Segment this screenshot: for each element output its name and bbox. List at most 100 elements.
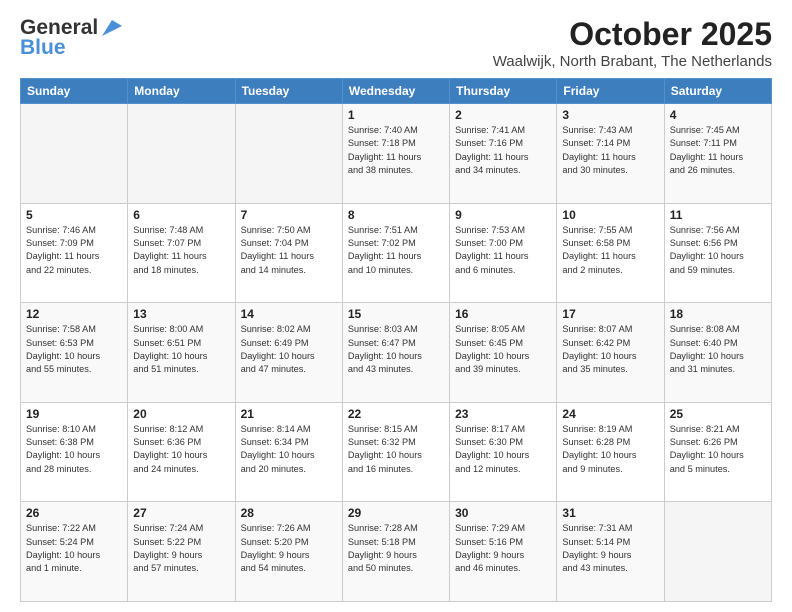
- day-info: Sunrise: 8:02 AM Sunset: 6:49 PM Dayligh…: [241, 323, 337, 376]
- header-wednesday: Wednesday: [342, 79, 449, 104]
- calendar-cell: 23 Sunrise: 8:17 AM Sunset: 6:30 PM Dayli…: [450, 402, 557, 502]
- calendar-cell: [21, 104, 128, 204]
- day-number: 6: [133, 208, 229, 222]
- day-number: 5: [26, 208, 122, 222]
- day-number: 31: [562, 506, 658, 520]
- calendar-cell: 29 Sunrise: 7:28 AM Sunset: 5:18 PM Dayli…: [342, 502, 449, 602]
- day-number: 25: [670, 407, 766, 421]
- calendar-cell: 12 Sunrise: 7:58 AM Sunset: 6:53 PM Dayli…: [21, 303, 128, 403]
- calendar-cell: 26 Sunrise: 7:22 AM Sunset: 5:24 PM Dayli…: [21, 502, 128, 602]
- day-info: Sunrise: 8:21 AM Sunset: 6:26 PM Dayligh…: [670, 423, 766, 476]
- day-info: Sunrise: 7:29 AM Sunset: 5:16 PM Dayligh…: [455, 522, 551, 575]
- calendar-cell: 21 Sunrise: 8:14 AM Sunset: 6:34 PM Dayli…: [235, 402, 342, 502]
- day-number: 26: [26, 506, 122, 520]
- page-title: October 2025: [493, 16, 772, 53]
- calendar-cell: 5 Sunrise: 7:46 AM Sunset: 7:09 PM Daylig…: [21, 203, 128, 303]
- day-number: 10: [562, 208, 658, 222]
- day-number: 14: [241, 307, 337, 321]
- day-info: Sunrise: 7:55 AM Sunset: 6:58 PM Dayligh…: [562, 224, 658, 277]
- day-info: Sunrise: 7:50 AM Sunset: 7:04 PM Dayligh…: [241, 224, 337, 277]
- calendar-cell: 31 Sunrise: 7:31 AM Sunset: 5:14 PM Dayli…: [557, 502, 664, 602]
- calendar-cell: 2 Sunrise: 7:41 AM Sunset: 7:16 PM Daylig…: [450, 104, 557, 204]
- calendar-cell: 18Sunrise: 8:08 AM Sunset: 6:40 PM Dayli…: [664, 303, 771, 403]
- day-info: Sunrise: 7:31 AM Sunset: 5:14 PM Dayligh…: [562, 522, 658, 575]
- calendar-cell: 1 Sunrise: 7:40 AM Sunset: 7:18 PM Daylig…: [342, 104, 449, 204]
- calendar-cell: 17 Sunrise: 8:07 AM Sunset: 6:42 PM Dayli…: [557, 303, 664, 403]
- calendar-cell: 11 Sunrise: 7:56 AM Sunset: 6:56 PM Dayli…: [664, 203, 771, 303]
- day-info: Sunrise: 7:26 AM Sunset: 5:20 PM Dayligh…: [241, 522, 337, 575]
- calendar-cell: 15Sunrise: 8:03 AM Sunset: 6:47 PM Dayli…: [342, 303, 449, 403]
- calendar-week-5: 26 Sunrise: 7:22 AM Sunset: 5:24 PM Dayli…: [21, 502, 772, 602]
- logo-blue: Blue: [20, 36, 66, 60]
- calendar-cell: 9 Sunrise: 7:53 AM Sunset: 7:00 PM Daylig…: [450, 203, 557, 303]
- calendar-cell: [235, 104, 342, 204]
- day-info: Sunrise: 7:56 AM Sunset: 6:56 PM Dayligh…: [670, 224, 766, 277]
- day-info: Sunrise: 7:45 AM Sunset: 7:11 PM Dayligh…: [670, 124, 766, 177]
- day-number: 28: [241, 506, 337, 520]
- day-info: Sunrise: 7:46 AM Sunset: 7:09 PM Dayligh…: [26, 224, 122, 277]
- day-info: Sunrise: 8:00 AM Sunset: 6:51 PM Dayligh…: [133, 323, 229, 376]
- day-info: Sunrise: 8:10 AM Sunset: 6:38 PM Dayligh…: [26, 423, 122, 476]
- day-info: Sunrise: 8:07 AM Sunset: 6:42 PM Dayligh…: [562, 323, 658, 376]
- day-info: Sunrise: 7:48 AM Sunset: 7:07 PM Dayligh…: [133, 224, 229, 277]
- calendar-cell: 30 Sunrise: 7:29 AM Sunset: 5:16 PM Dayli…: [450, 502, 557, 602]
- day-info: Sunrise: 7:41 AM Sunset: 7:16 PM Dayligh…: [455, 124, 551, 177]
- calendar-cell: 22 Sunrise: 8:15 AM Sunset: 6:32 PM Dayli…: [342, 402, 449, 502]
- calendar-cell: 20Sunrise: 8:12 AM Sunset: 6:36 PM Dayli…: [128, 402, 235, 502]
- day-number: 20: [133, 407, 229, 421]
- day-info: Sunrise: 8:17 AM Sunset: 6:30 PM Dayligh…: [455, 423, 551, 476]
- day-number: 2: [455, 108, 551, 122]
- page-subtitle: Waalwijk, North Brabant, The Netherlands: [493, 53, 772, 70]
- day-number: 21: [241, 407, 337, 421]
- calendar-cell: 14 Sunrise: 8:02 AM Sunset: 6:49 PM Dayli…: [235, 303, 342, 403]
- day-number: 12: [26, 307, 122, 321]
- day-info: Sunrise: 8:19 AM Sunset: 6:28 PM Dayligh…: [562, 423, 658, 476]
- day-info: Sunrise: 7:22 AM Sunset: 5:24 PM Dayligh…: [26, 522, 122, 575]
- logo: General Blue: [20, 16, 122, 60]
- day-info: Sunrise: 7:58 AM Sunset: 6:53 PM Dayligh…: [26, 323, 122, 376]
- day-info: Sunrise: 8:03 AM Sunset: 6:47 PM Dayligh…: [348, 323, 444, 376]
- header-sunday: Sunday: [21, 79, 128, 104]
- day-number: 19: [26, 407, 122, 421]
- calendar-header-row: Sunday Monday Tuesday Wednesday Thursday…: [21, 79, 772, 104]
- calendar-week-3: 12 Sunrise: 7:58 AM Sunset: 6:53 PM Dayli…: [21, 303, 772, 403]
- day-number: 24: [562, 407, 658, 421]
- day-number: 23: [455, 407, 551, 421]
- day-number: 16: [455, 307, 551, 321]
- header-saturday: Saturday: [664, 79, 771, 104]
- day-info: Sunrise: 7:28 AM Sunset: 5:18 PM Dayligh…: [348, 522, 444, 575]
- calendar-week-1: 1 Sunrise: 7:40 AM Sunset: 7:18 PM Daylig…: [21, 104, 772, 204]
- day-info: Sunrise: 7:40 AM Sunset: 7:18 PM Dayligh…: [348, 124, 444, 177]
- calendar-cell: 3Sunrise: 7:43 AM Sunset: 7:14 PM Daylig…: [557, 104, 664, 204]
- day-info: Sunrise: 8:05 AM Sunset: 6:45 PM Dayligh…: [455, 323, 551, 376]
- day-number: 8: [348, 208, 444, 222]
- day-number: 7: [241, 208, 337, 222]
- calendar-cell: 7 Sunrise: 7:50 AM Sunset: 7:04 PM Daylig…: [235, 203, 342, 303]
- day-number: 30: [455, 506, 551, 520]
- day-number: 9: [455, 208, 551, 222]
- header: General Blue October 2025 Waalwijk, Nort…: [20, 16, 772, 70]
- calendar-week-2: 5 Sunrise: 7:46 AM Sunset: 7:09 PM Daylig…: [21, 203, 772, 303]
- calendar-cell: 16 Sunrise: 8:05 AM Sunset: 6:45 PM Dayli…: [450, 303, 557, 403]
- calendar-cell: 4 Sunrise: 7:45 AM Sunset: 7:11 PM Daylig…: [664, 104, 771, 204]
- calendar-cell: 8Sunrise: 7:51 AM Sunset: 7:02 PM Daylig…: [342, 203, 449, 303]
- day-info: Sunrise: 8:14 AM Sunset: 6:34 PM Dayligh…: [241, 423, 337, 476]
- day-number: 1: [348, 108, 444, 122]
- day-info: Sunrise: 8:08 AM Sunset: 6:40 PM Dayligh…: [670, 323, 766, 376]
- day-info: Sunrise: 8:15 AM Sunset: 6:32 PM Dayligh…: [348, 423, 444, 476]
- header-friday: Friday: [557, 79, 664, 104]
- day-number: 4: [670, 108, 766, 122]
- day-info: Sunrise: 7:24 AM Sunset: 5:22 PM Dayligh…: [133, 522, 229, 575]
- day-info: Sunrise: 7:53 AM Sunset: 7:00 PM Dayligh…: [455, 224, 551, 277]
- calendar-cell: 6 Sunrise: 7:48 AM Sunset: 7:07 PM Daylig…: [128, 203, 235, 303]
- day-number: 29: [348, 506, 444, 520]
- day-number: 17: [562, 307, 658, 321]
- day-number: 22: [348, 407, 444, 421]
- header-thursday: Thursday: [450, 79, 557, 104]
- calendar-cell: 27Sunrise: 7:24 AM Sunset: 5:22 PM Dayli…: [128, 502, 235, 602]
- calendar-cell: 25 Sunrise: 8:21 AM Sunset: 6:26 PM Dayli…: [664, 402, 771, 502]
- calendar-cell: 24 Sunrise: 8:19 AM Sunset: 6:28 PM Dayli…: [557, 402, 664, 502]
- page: General Blue October 2025 Waalwijk, Nort…: [0, 0, 792, 612]
- day-number: 11: [670, 208, 766, 222]
- title-block: October 2025 Waalwijk, North Brabant, Th…: [493, 16, 772, 70]
